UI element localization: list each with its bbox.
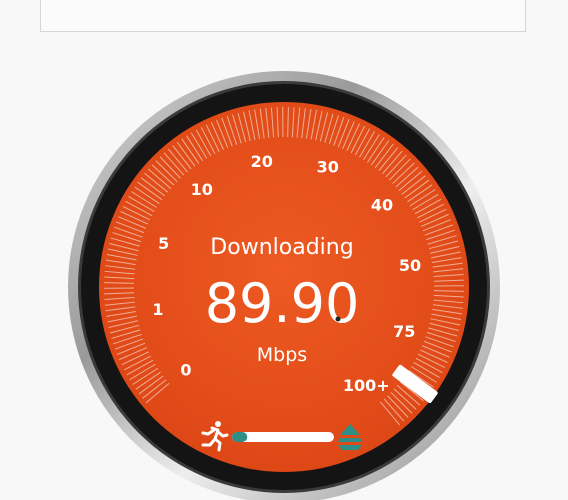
scale-label: 20 xyxy=(251,152,273,171)
progress-fill xyxy=(232,432,248,442)
speed-unit: Mbps xyxy=(257,344,307,366)
scale-label: 0 xyxy=(180,360,191,379)
status-label: Downloading xyxy=(210,235,353,260)
scale-label: 1 xyxy=(152,300,163,319)
scale-label: 50 xyxy=(399,256,421,275)
decimal-dot xyxy=(335,316,341,322)
scale-label: 40 xyxy=(371,196,393,215)
speed-value: 89.90 xyxy=(205,272,360,335)
scale-label: 100+ xyxy=(343,376,390,395)
scale-label: 5 xyxy=(158,234,169,253)
scale-label: 75 xyxy=(393,322,415,341)
scale-label: 10 xyxy=(191,180,213,199)
scale-label: 30 xyxy=(317,158,339,177)
speedometer-gauge: 0 1 5 10 20 30 40 50 75 100+ Downloading 89.90 Mb… xyxy=(68,71,500,500)
